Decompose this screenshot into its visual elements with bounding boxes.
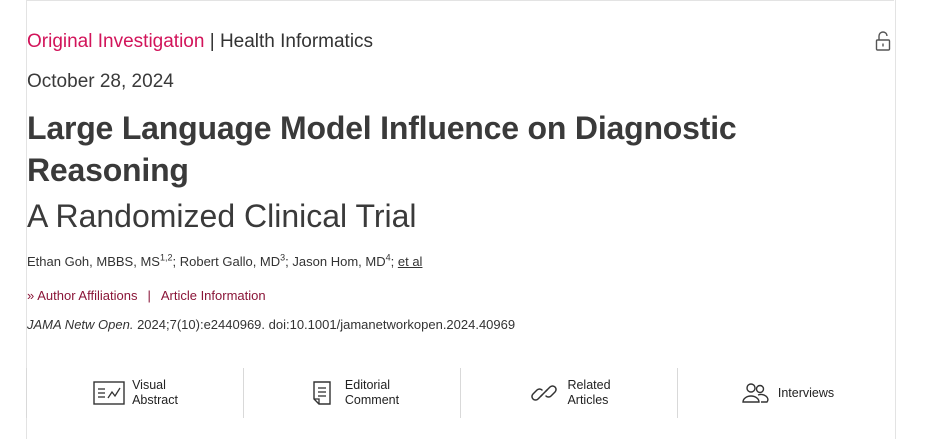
article-meta-links: » Author Affiliations | Article Information — [27, 287, 266, 305]
visual-abstract-button[interactable]: Visual Abstract — [26, 368, 244, 418]
tool-label: Interviews — [777, 385, 835, 400]
author-separator: ; — [285, 254, 289, 269]
article-information-link[interactable]: Article Information — [161, 288, 266, 303]
tool-label-line2: Abstract — [132, 393, 178, 407]
citation-details: 2024;7(10):e2440969. doi:10.1001/jamanet… — [137, 317, 516, 332]
tool-label-line1: Related — [567, 378, 611, 392]
tool-label: Editorial Comment — [345, 378, 399, 408]
article-category: Original Investigation | Health Informat… — [27, 30, 373, 54]
link-icon — [527, 378, 561, 408]
meta-separator: | — [147, 288, 151, 303]
author-name[interactable]: Robert Gallo, MD — [180, 254, 280, 269]
et-al-link[interactable]: et al — [398, 254, 423, 269]
tool-label-line1: Editorial — [344, 378, 391, 392]
tool-label: Visual Abstract — [132, 378, 178, 408]
author-name[interactable]: Jason Hom, MD — [292, 254, 385, 269]
article-type[interactable]: Original Investigation — [27, 31, 204, 52]
editorial-comment-button[interactable]: Editorial Comment — [244, 368, 461, 418]
people-icon — [738, 378, 772, 408]
author-affiliations-link[interactable]: Author Affiliations — [37, 288, 137, 303]
journal-abbrev: JAMA Netw Open. — [27, 317, 134, 332]
author-name[interactable]: Ethan Goh, MBBS, MS — [27, 254, 160, 269]
article-tools-bar: Visual Abstract Editorial Comment Relate… — [26, 368, 894, 418]
chevron-right-icon: » — [27, 288, 35, 303]
tool-label-line1: Visual — [132, 378, 166, 392]
article-subtitle: A Randomized Clinical Trial — [27, 198, 417, 234]
visual-abstract-icon — [92, 378, 126, 408]
related-articles-button[interactable]: Related Articles — [461, 368, 678, 418]
tool-label-line2: Comment — [344, 393, 400, 407]
article-title: Large Language Model Influence on Diagno… — [27, 110, 737, 188]
tool-label: Related Articles — [567, 378, 610, 408]
document-icon — [305, 378, 339, 408]
tool-label-line2: Articles — [567, 393, 609, 407]
category-separator: | — [209, 31, 215, 52]
publication-date: October 28, 2024 — [27, 71, 174, 92]
affiliation-sup: 1,2 — [159, 252, 173, 263]
citation: JAMA Netw Open. 2024;7(10):e2440969. doi… — [27, 316, 515, 334]
unlock-icon[interactable] — [874, 30, 892, 52]
author-list: Ethan Goh, MBBS, MS1,2; Robert Gallo, MD… — [27, 252, 422, 272]
author-separator: ; — [172, 254, 177, 269]
author-separator: ; — [390, 254, 395, 269]
top-divider — [26, 0, 894, 1]
article-subject[interactable]: Health Informatics — [220, 31, 373, 52]
interviews-button[interactable]: Interviews — [678, 368, 894, 418]
